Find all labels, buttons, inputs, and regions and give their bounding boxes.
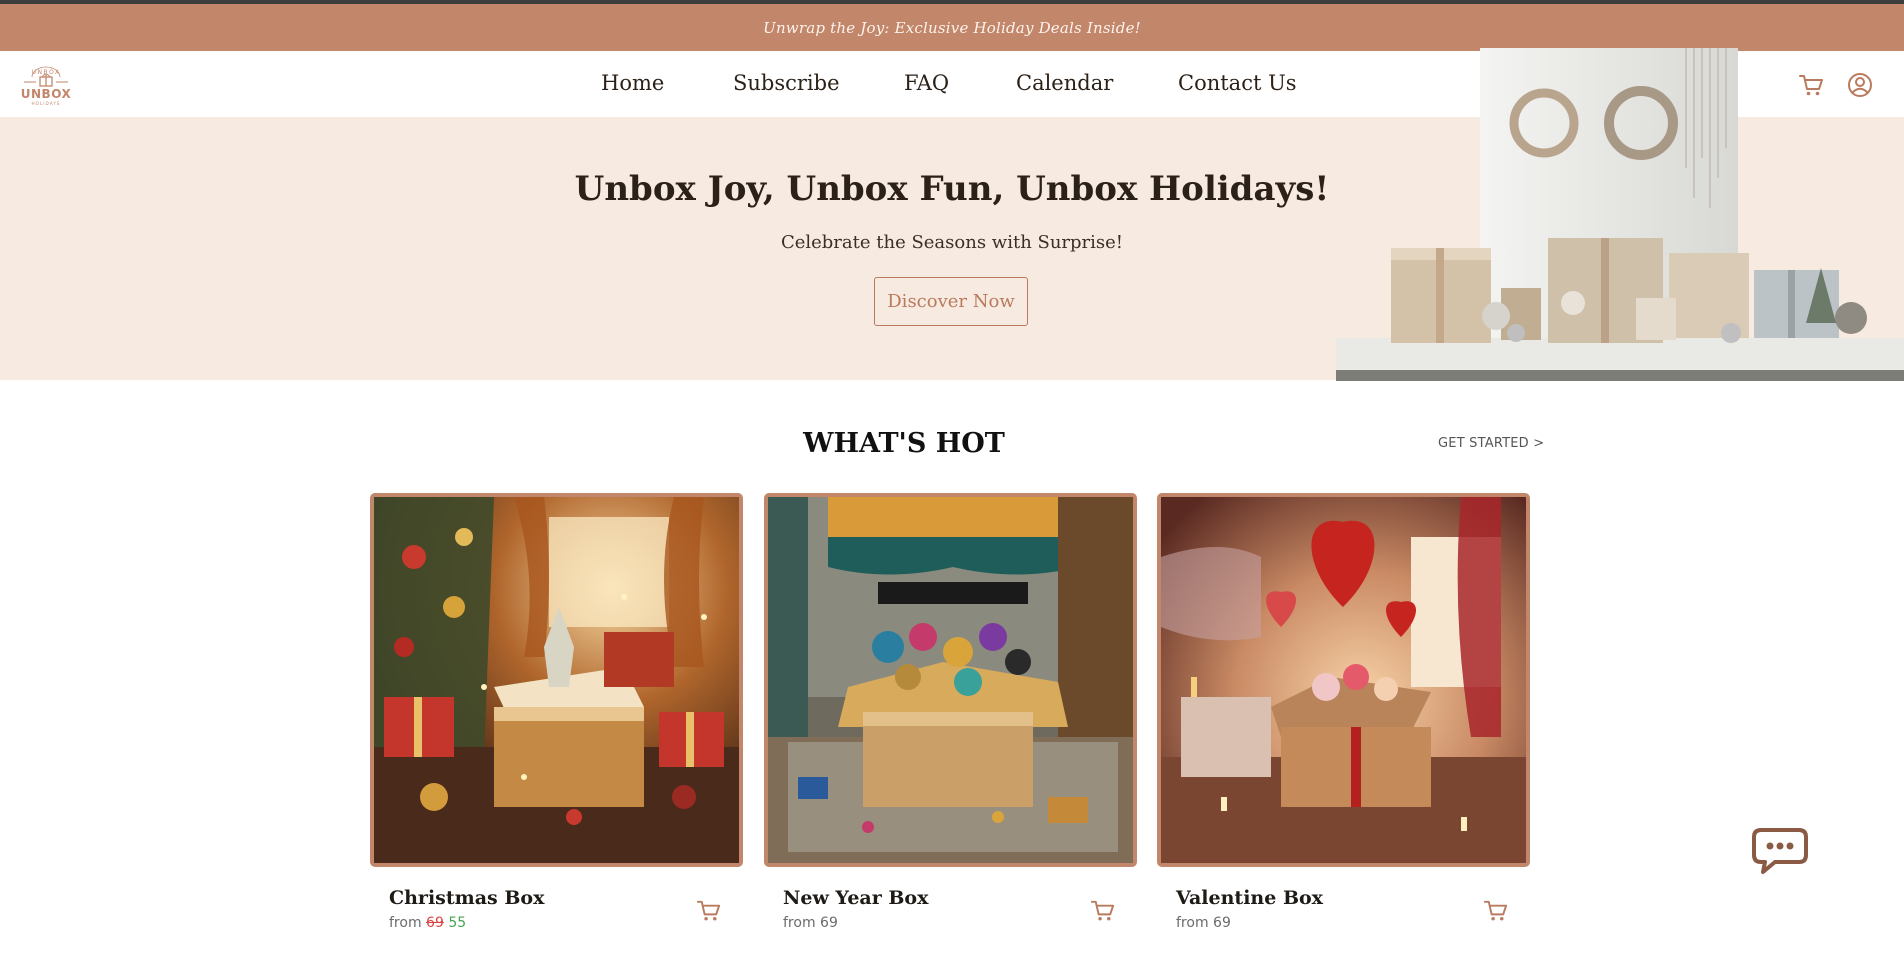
valentine-box-image[interactable]	[1157, 493, 1530, 867]
price-prefix: from	[1176, 915, 1209, 931]
nav-calendar[interactable]: Calendar	[1016, 71, 1113, 95]
new-year-box-image[interactable]	[764, 493, 1137, 867]
product-card-christmas[interactable]: Christmas Box from 69 55	[370, 493, 743, 931]
add-to-cart-icon[interactable]	[695, 897, 722, 924]
discover-now-button[interactable]: Discover Now	[874, 277, 1028, 326]
nav-subscribe[interactable]: Subscribe	[733, 71, 840, 95]
product-card-valentine[interactable]: Valentine Box from 69	[1157, 493, 1530, 931]
sale-price: 55	[448, 915, 467, 931]
nav-contact-us[interactable]: Contact Us	[1178, 71, 1297, 95]
product-price: from 69 55	[389, 915, 466, 931]
product-card-new-year[interactable]: New Year Box from 69	[764, 493, 1137, 931]
logo-mark: UNBOX UNBOX HOLIDAYS	[21, 66, 72, 106]
svg-text:HOLIDAYS: HOLIDAYS	[32, 101, 61, 106]
svg-text:UNBOX: UNBOX	[21, 87, 72, 101]
brand-logo[interactable]: UNBOX UNBOX HOLIDAYS	[18, 63, 74, 107]
hero-gift-boxes-image	[1336, 48, 1904, 381]
get-started-link[interactable]: GET STARTED >	[1438, 436, 1544, 451]
christmas-box-image[interactable]	[370, 493, 743, 867]
add-to-cart-icon[interactable]	[1482, 897, 1509, 924]
nav-home[interactable]: Home	[601, 71, 664, 95]
nav-faq[interactable]: FAQ	[904, 71, 949, 95]
old-price: 69	[426, 915, 444, 931]
price-prefix: from	[389, 915, 422, 931]
product-name: Christmas Box	[389, 887, 545, 909]
add-to-cart-icon[interactable]	[1089, 897, 1116, 924]
promo-text: Unwrap the Joy: Exclusive Holiday Deals …	[763, 18, 1141, 37]
price-value: 69	[1213, 915, 1231, 931]
product-name: New Year Box	[783, 887, 929, 909]
product-name: Valentine Box	[1176, 887, 1323, 909]
chat-bubble-icon[interactable]	[1751, 822, 1809, 876]
price-prefix: from	[783, 915, 816, 931]
promo-banner: Unwrap the Joy: Exclusive Holiday Deals …	[0, 4, 1904, 51]
product-price: from 69	[783, 915, 838, 931]
price-value: 69	[820, 915, 838, 931]
product-price: from 69	[1176, 915, 1231, 931]
